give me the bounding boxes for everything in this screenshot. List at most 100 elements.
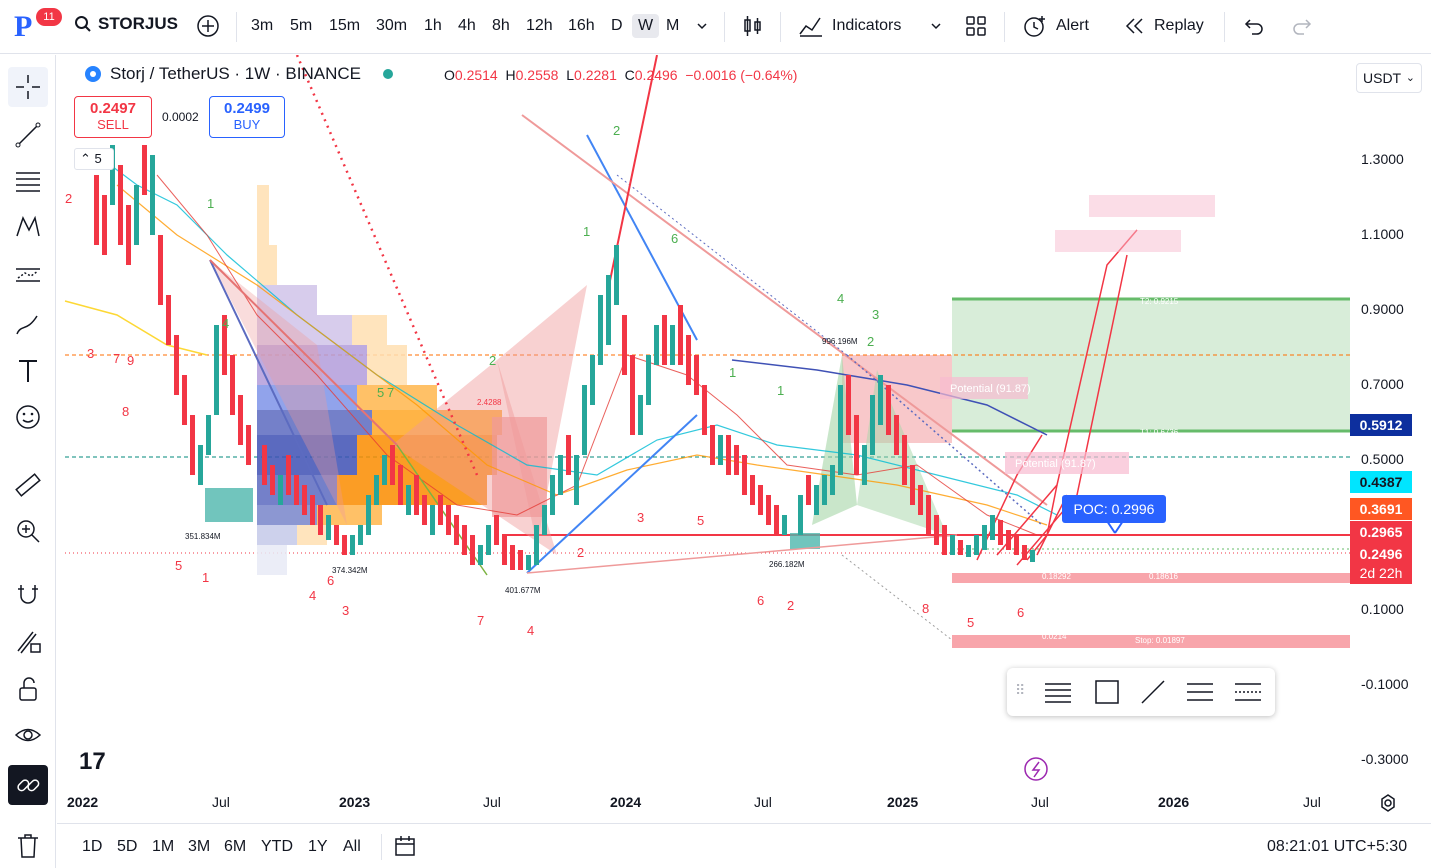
range-1Y[interactable]: 1Y bbox=[308, 838, 328, 856]
brush-tool[interactable] bbox=[8, 305, 48, 345]
range-5D[interactable]: 5D bbox=[117, 838, 137, 856]
range-YTD[interactable]: YTD bbox=[261, 838, 293, 856]
hide-drawings-tool[interactable] bbox=[8, 715, 48, 755]
interval-8h[interactable]: 8h bbox=[492, 14, 510, 38]
plus-circle-icon bbox=[197, 15, 219, 37]
remove-drawings-tool[interactable] bbox=[8, 825, 48, 865]
trendline-tool[interactable] bbox=[8, 115, 48, 155]
undo-button[interactable] bbox=[1242, 14, 1266, 46]
indicators-button[interactable]: Indicators bbox=[798, 14, 901, 38]
undo-icon bbox=[1244, 19, 1263, 35]
sell-price: 0.2497 bbox=[90, 100, 136, 117]
interval-dropdown[interactable] bbox=[696, 14, 708, 46]
chart-type-button[interactable] bbox=[742, 14, 764, 46]
stay-in-drawing-tool[interactable] bbox=[8, 621, 48, 661]
x-tick: 2022 bbox=[67, 794, 99, 810]
sync-drawings-tool[interactable] bbox=[8, 765, 48, 805]
svg-text:9: 9 bbox=[127, 353, 134, 368]
emoji-tool[interactable] bbox=[8, 397, 48, 437]
tradingview-logo: 17 bbox=[79, 748, 106, 775]
forecast-tool[interactable] bbox=[8, 255, 48, 295]
link-icon bbox=[17, 779, 40, 792]
x-tick: 2025 bbox=[887, 794, 919, 810]
replay-label: Replay bbox=[1154, 17, 1204, 34]
measure-tool[interactable] bbox=[8, 465, 48, 505]
sell-button[interactable]: 0.2497 SELL bbox=[74, 96, 152, 138]
vol-label-4: 266.182M bbox=[769, 560, 805, 569]
interval-5m[interactable]: 5m bbox=[290, 14, 312, 38]
vol-label-3: 401.677M bbox=[505, 586, 541, 595]
interval-M[interactable]: M bbox=[666, 14, 679, 38]
y-tick: 0.9000 bbox=[1361, 301, 1404, 317]
trash-icon bbox=[18, 834, 38, 858]
interval-D[interactable]: D bbox=[611, 14, 623, 38]
chart-settings-button[interactable] bbox=[1378, 793, 1398, 818]
magnet-tool[interactable] bbox=[8, 575, 48, 615]
svg-text:8: 8 bbox=[922, 601, 929, 616]
bar-countdown: 2d 22h bbox=[1350, 562, 1412, 584]
lightning-icon[interactable] bbox=[1024, 757, 1048, 781]
small-value-4: 0.18616 bbox=[1149, 572, 1178, 581]
range-All[interactable]: All bbox=[343, 838, 361, 856]
alert-button[interactable]: Alert bbox=[1022, 14, 1089, 38]
range-3M[interactable]: 3M bbox=[188, 838, 210, 856]
logo-letter-icon: P bbox=[14, 10, 33, 43]
crosshair-icon bbox=[16, 75, 40, 99]
svg-text:2: 2 bbox=[65, 191, 72, 206]
interval-3m[interactable]: 3m bbox=[251, 14, 273, 38]
legend-title[interactable]: Storj / TetherUS · 1W · BINANCE bbox=[110, 64, 361, 84]
fib-retracement-icon[interactable] bbox=[1233, 678, 1263, 706]
indicators-dropdown[interactable] bbox=[930, 14, 942, 46]
lock-drawings-tool[interactable] bbox=[8, 669, 48, 709]
svg-text:7: 7 bbox=[113, 351, 120, 366]
rectangle-icon[interactable] bbox=[1093, 678, 1121, 706]
interval-16h[interactable]: 16h bbox=[568, 14, 595, 38]
x-tick: 2024 bbox=[610, 794, 642, 810]
time-axis[interactable]: 2022 Jul 2023 Jul 2024 Jul 2025 Jul 2026… bbox=[57, 790, 1357, 816]
indicators-count: 5 bbox=[94, 151, 102, 166]
zoom-tool[interactable] bbox=[8, 511, 48, 551]
trendline-icon[interactable] bbox=[1139, 678, 1167, 706]
chart-legend: Storj / TetherUS · 1W · BINANCE bbox=[84, 64, 393, 84]
range-1D[interactable]: 1D bbox=[82, 838, 102, 856]
svg-text:6: 6 bbox=[327, 573, 334, 588]
text-tool[interactable] bbox=[8, 351, 48, 391]
redo-button[interactable] bbox=[1290, 14, 1314, 46]
drag-handle-icon[interactable]: ⠿ bbox=[1015, 682, 1025, 699]
interval-30m[interactable]: 30m bbox=[376, 14, 407, 38]
stop-label: Stop: 0.01897 bbox=[1135, 636, 1185, 645]
position-icon[interactable] bbox=[1185, 678, 1215, 706]
indicators-collapse-button[interactable]: ⌃ 5 bbox=[74, 148, 114, 170]
price-tag-ma2: 0.4387 bbox=[1350, 471, 1412, 493]
interval-W[interactable]: W bbox=[632, 14, 660, 38]
vol-label-5: 996.196M bbox=[822, 337, 858, 346]
interval-4h[interactable]: 4h bbox=[458, 14, 476, 38]
chevron-up-icon: ⌃ bbox=[80, 151, 91, 166]
svg-text:2: 2 bbox=[577, 545, 584, 560]
app-logo[interactable]: P 11 bbox=[10, 8, 62, 46]
interval-12h[interactable]: 12h bbox=[526, 14, 553, 38]
small-value-3: 0.18292 bbox=[1042, 572, 1071, 581]
forecast-icon bbox=[16, 268, 40, 282]
svg-text:4: 4 bbox=[837, 291, 844, 306]
clock-timezone[interactable]: 08:21:01 UTC+5:30 bbox=[1267, 838, 1407, 856]
y-tick: 0.5000 bbox=[1361, 451, 1404, 467]
layouts-button[interactable] bbox=[964, 14, 988, 46]
compare-symbol-button[interactable] bbox=[196, 14, 220, 46]
fib-tool[interactable] bbox=[8, 161, 48, 201]
calendar-goto-icon[interactable] bbox=[393, 834, 417, 858]
parallel-lines-icon[interactable] bbox=[1043, 678, 1073, 706]
ruler-icon bbox=[15, 473, 41, 497]
currency-selector[interactable]: USDT ⌄ bbox=[1356, 63, 1422, 93]
svg-text:7: 7 bbox=[387, 385, 394, 400]
range-6M[interactable]: 6M bbox=[224, 838, 246, 856]
replay-button[interactable]: Replay bbox=[1124, 14, 1204, 38]
svg-text:2: 2 bbox=[787, 598, 794, 613]
range-1M[interactable]: 1M bbox=[152, 838, 174, 856]
pattern-tool[interactable] bbox=[8, 207, 48, 247]
symbol-search[interactable]: STORJUS bbox=[74, 14, 178, 34]
buy-button[interactable]: 0.2499 BUY bbox=[209, 96, 285, 138]
interval-15m[interactable]: 15m bbox=[329, 14, 360, 38]
interval-1h[interactable]: 1h bbox=[424, 14, 442, 38]
crosshair-tool[interactable] bbox=[8, 67, 48, 107]
